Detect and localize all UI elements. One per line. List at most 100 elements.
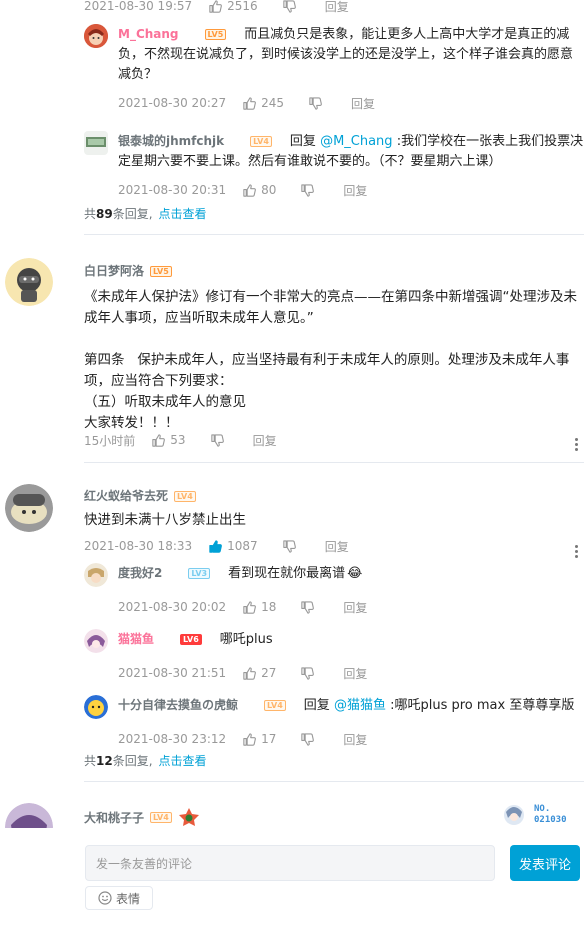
dislike-button[interactable] <box>300 183 319 198</box>
thumb-down-icon <box>300 183 315 198</box>
reply-button[interactable]: 回复 <box>325 0 349 15</box>
username[interactable]: M_Chang <box>118 27 179 41</box>
comment-text: 快进到未满十八岁禁止出生 <box>84 512 246 528</box>
username[interactable]: 猫猫鱼 <box>118 632 154 646</box>
mention-link[interactable]: @M_Chang <box>320 134 393 149</box>
comment-header: 白日梦阿洛 LV5 <box>84 262 172 279</box>
reply-time: 2021-08-30 20:27 <box>118 96 227 110</box>
avatar-image <box>84 563 108 587</box>
total-suffix: 条回复, <box>112 207 153 221</box>
comment-header: 大和桃子子 LV4 <box>84 807 200 827</box>
dislike-button[interactable] <box>308 96 327 111</box>
avatar[interactable] <box>5 484 53 532</box>
username[interactable]: 大和桃子子 <box>84 809 144 826</box>
username[interactable]: 白日梦阿洛 <box>84 264 144 278</box>
reply-meta: 2021-08-30 20:31 80 回复 <box>118 180 584 200</box>
like-button[interactable]: 80 <box>242 183 276 198</box>
dislike-button[interactable] <box>282 0 301 14</box>
avatar[interactable] <box>84 131 108 155</box>
avatar[interactable] <box>84 629 108 653</box>
like-count: 53 <box>170 433 186 447</box>
avatar-image <box>84 629 108 653</box>
like-button[interactable]: 17 <box>242 732 276 747</box>
submit-comment-button[interactable]: 发表评论 <box>510 845 580 881</box>
level-badge: LV4 <box>150 811 172 823</box>
top-comment-meta: 2021-08-30 19:57 2516 回复 <box>84 0 349 16</box>
avatar[interactable] <box>5 258 53 306</box>
total-suffix: 条回复, <box>112 754 153 768</box>
thumb-up-icon <box>151 433 166 448</box>
level-badge: LV4 <box>264 700 286 711</box>
dislike-button[interactable] <box>300 666 319 681</box>
dislike-button[interactable] <box>210 433 229 448</box>
thumb-down-icon <box>300 600 315 615</box>
like-button[interactable]: 2516 <box>208 0 258 14</box>
reply-meta: 2021-08-30 20:02 18 回复 <box>118 597 584 617</box>
level-badge: LV3 <box>188 568 211 579</box>
reply-button[interactable]: 回复 <box>343 182 367 199</box>
avatar[interactable] <box>84 695 108 719</box>
comment-input[interactable]: 发一条友善的评论 <box>85 845 495 881</box>
total-count: 12 <box>96 754 113 768</box>
thumb-up-icon <box>242 183 257 198</box>
reply-button[interactable]: 回复 <box>343 665 367 682</box>
emoji-button[interactable]: 表情 <box>85 886 153 910</box>
comment-time: 2021-08-30 19:57 <box>84 0 193 13</box>
level-badge: LV5 <box>204 29 227 40</box>
reply-count-summary: 共12条回复, 点击查看 <box>84 752 207 769</box>
avatar[interactable] <box>84 24 108 48</box>
view-more-link[interactable]: 点击查看 <box>159 207 207 221</box>
more-options-icon[interactable] <box>574 545 578 558</box>
dislike-button[interactable] <box>282 539 301 554</box>
like-count: 1087 <box>227 539 258 553</box>
comment-time: 2021-08-30 18:33 <box>84 539 193 553</box>
sub-reply: 猫猫鱼 LV6 哪吒plus 2021-08-30 21:51 27 回复 <box>84 629 584 683</box>
like-button[interactable]: 18 <box>242 600 276 615</box>
comment-text: 《未成年人保护法》修订有一个非常大的亮点——在第四条中新增强调“处理涉及未成年人… <box>84 289 577 431</box>
sub-reply: 银泰城的jhmfchjk LV4 回复 @M_Chang :我们学校在一张表上我们投… <box>84 131 584 200</box>
dislike-button[interactable] <box>300 600 319 615</box>
thumb-down-icon <box>300 666 315 681</box>
reply-button[interactable]: 回复 <box>253 432 277 449</box>
like-button[interactable]: 53 <box>151 433 186 448</box>
username[interactable]: 红火蚁给爷去死 <box>84 489 168 503</box>
like-button[interactable]: 27 <box>242 666 276 681</box>
like-button[interactable]: 245 <box>242 96 284 111</box>
reply-count-summary: 共89条回复, 点击查看 <box>84 205 207 222</box>
divider <box>84 234 584 235</box>
thumb-down-icon <box>308 96 323 111</box>
like-count: 2516 <box>227 0 258 13</box>
laughing-emoji-icon: 😂 <box>347 566 363 581</box>
reply-prefix: 回复 <box>289 134 316 149</box>
reply-button[interactable]: 回复 <box>325 538 349 555</box>
username[interactable]: 度我好2 <box>118 566 162 580</box>
comment-meta: 15小时前 53 回复 <box>84 430 277 450</box>
divider <box>84 462 584 463</box>
username[interactable]: 银泰城的jhmfchjk <box>118 134 224 148</box>
badge-avatar-icon <box>504 805 524 825</box>
dislike-button[interactable] <box>300 732 319 747</box>
sub-reply: 度我好2 LV3 看到现在就你最离谱 😂 2021-08-30 20:02 18 回复 <box>84 563 584 617</box>
reply-button[interactable]: 回复 <box>351 95 375 112</box>
view-more-link[interactable]: 点击查看 <box>159 754 207 768</box>
more-options-icon[interactable] <box>574 438 578 451</box>
thumb-down-icon <box>300 732 315 747</box>
username[interactable]: 十分自律去摸鱼の虎鲸 <box>118 698 238 712</box>
reply-prefix: 回复 <box>303 698 330 713</box>
avatar-image <box>84 24 108 48</box>
avatar-image <box>84 131 108 155</box>
reply-button[interactable]: 回复 <box>343 599 367 616</box>
like-count: 245 <box>261 96 285 110</box>
mention-link[interactable]: @猫猫鱼 <box>334 698 386 713</box>
reply-button[interactable]: 回复 <box>343 731 367 748</box>
reply-meta: 2021-08-30 23:12 17 回复 <box>118 729 584 749</box>
avatar-image <box>5 258 53 306</box>
comment-time: 15小时前 <box>84 433 136 448</box>
comment-meta: 2021-08-30 18:33 1087 回复 <box>84 536 349 556</box>
thumb-down-icon <box>282 539 297 554</box>
like-button[interactable]: 1087 <box>208 539 258 554</box>
thumb-up-icon <box>208 0 223 14</box>
avatar[interactable] <box>84 563 108 587</box>
reply-text: 而且减负只是表象，能让更多人上高中大学才是真正的减负，不然现在说减负了，到时候该… <box>118 27 574 82</box>
total-prefix: 共 <box>84 754 97 768</box>
